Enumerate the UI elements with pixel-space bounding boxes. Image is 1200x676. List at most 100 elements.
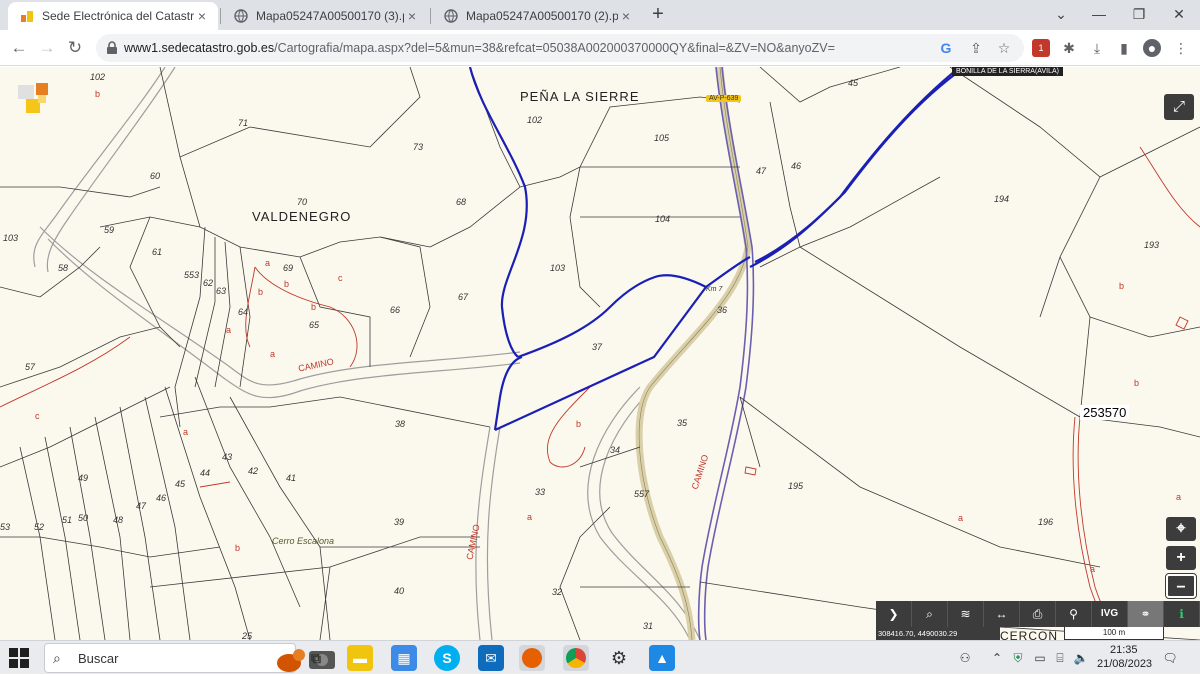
chrome-icon[interactable] (563, 645, 589, 671)
search-icon[interactable]: ⌕ (912, 601, 948, 627)
close-tab-icon[interactable]: × (618, 8, 634, 24)
parcel-number[interactable]: 70 (297, 197, 307, 207)
clock-date[interactable]: 21/08/2023 (1097, 658, 1152, 670)
menu-kebab-icon[interactable]: ⋮ (1172, 39, 1190, 57)
parcel-number[interactable]: 38 (395, 419, 405, 429)
zoom-out-button[interactable]: − (1165, 573, 1197, 599)
windows-start-icon[interactable] (8, 647, 30, 669)
parcel-number[interactable]: 104 (655, 214, 670, 224)
firefox-icon[interactable] (519, 645, 545, 671)
bookmark-star-icon[interactable]: ☆ (996, 40, 1012, 56)
parcel-number[interactable]: 105 (654, 133, 669, 143)
parcel-number[interactable]: 67 (458, 292, 468, 302)
network-icon[interactable]: ⌸ (1052, 650, 1068, 666)
reload-icon[interactable]: ↻ (63, 36, 87, 60)
parcel-number[interactable]: 69 (283, 263, 293, 273)
parcel-number[interactable]: 44 (200, 468, 210, 478)
settings-icon[interactable]: ⚙ (606, 645, 632, 671)
parcel-number[interactable]: 34 (610, 445, 620, 455)
parcel-number[interactable]: 65 (309, 320, 319, 330)
tab-pdf-3[interactable]: Mapa05247A00500170 (3).pdf × (222, 2, 428, 30)
parcel-number[interactable]: 41 (286, 473, 296, 483)
parcel-number[interactable]: 194 (994, 194, 1009, 204)
parcel-number[interactable]: 61 (152, 247, 162, 257)
file-explorer-icon[interactable]: ▬ (347, 645, 373, 671)
parcel-number[interactable]: 195 (788, 481, 803, 491)
minimize-button[interactable]: — (1084, 2, 1114, 26)
overlay-icon[interactable]: ⚭ (1128, 601, 1164, 627)
download-icon[interactable]: ⤓ (1088, 39, 1106, 57)
new-tab-button[interactable]: + (648, 4, 668, 25)
task-view-icon[interactable]: ⧉ (303, 645, 329, 671)
parcel-number[interactable]: 31 (643, 621, 653, 631)
side-panel-icon[interactable]: ▮ (1115, 39, 1133, 57)
parcel-number[interactable]: 47 (136, 501, 146, 511)
address-bar[interactable]: www1.sedecatastro.gob.es/Cartografia/map… (96, 34, 1024, 62)
location-icon[interactable]: ⚲ (1056, 601, 1092, 627)
parcel-number[interactable]: 47 (756, 166, 766, 176)
parcel-number[interactable]: 62 (203, 278, 213, 288)
parcel-number[interactable]: 59 (104, 225, 114, 235)
tab-pdf-2[interactable]: Mapa05247A00500170 (2).pdf × (432, 2, 642, 30)
fullscreen-icon[interactable]: ⤢ (1164, 94, 1194, 120)
extension-icon[interactable]: 1 (1032, 39, 1050, 57)
parcel-number[interactable]: 49 (78, 473, 88, 483)
print-icon[interactable]: ⎙ (1020, 601, 1056, 627)
parcel-number[interactable]: 37 (592, 342, 602, 352)
back-icon[interactable]: ← (7, 36, 31, 60)
parcel-number[interactable]: 45 (848, 78, 858, 88)
store-icon[interactable]: ▦ (391, 645, 417, 671)
google-lens-icon[interactable]: G (938, 40, 954, 56)
measure-icon[interactable]: ↔ (984, 601, 1020, 627)
locate-icon[interactable]: ⌖ (1166, 517, 1196, 541)
parcel-number[interactable]: 50 (78, 513, 88, 523)
cadastral-map[interactable]: BONILLA DE LA SIERRA(AVILA) AV-P-639 PEÑ… (0, 67, 1200, 640)
clock-time[interactable]: 21:35 (1110, 644, 1138, 656)
parcel-number[interactable]: 42 (248, 466, 258, 476)
skype-icon[interactable]: S (434, 645, 460, 671)
taskbar-search-input[interactable]: ⌕ Buscar (44, 643, 335, 673)
layers-icon[interactable]: ≋ (948, 601, 984, 627)
share-icon[interactable]: ⇪ (968, 40, 984, 56)
volume-icon[interactable]: 🔈 (1073, 650, 1089, 666)
parcel-number[interactable]: 46 (156, 493, 166, 503)
parcel-number[interactable]: 73 (413, 142, 423, 152)
people-icon[interactable]: ⚇ (957, 650, 973, 666)
parcel-number[interactable]: 60 (150, 171, 160, 181)
parcel-number[interactable]: 45 (175, 479, 185, 489)
parcel-number[interactable]: 103 (3, 233, 18, 243)
info-icon[interactable]: ℹ (1164, 601, 1200, 627)
parcel-number[interactable]: 193 (1144, 240, 1159, 250)
parcel-number[interactable]: 64 (238, 307, 248, 317)
map-canvas[interactable] (0, 67, 1200, 640)
parcel-number[interactable]: 71 (238, 118, 248, 128)
parcel-number[interactable]: 43 (222, 452, 232, 462)
photos-icon[interactable]: ▲ (649, 645, 675, 671)
parcel-number[interactable]: 48 (113, 515, 123, 525)
display-icon[interactable]: ▭ (1032, 650, 1048, 666)
parcel-number[interactable]: 553 (184, 270, 199, 280)
parcel-number[interactable]: 35 (677, 418, 687, 428)
parcel-number[interactable]: 57 (25, 362, 35, 372)
profile-avatar-icon[interactable]: ● (1143, 39, 1161, 57)
parcel-number[interactable]: 39 (394, 517, 404, 527)
parcel-number[interactable]: 33 (535, 487, 545, 497)
parcel-number[interactable]: 40 (394, 586, 404, 596)
parcel-number[interactable]: 103 (550, 263, 565, 273)
forward-icon[interactable]: → (35, 36, 59, 60)
tab-search-icon[interactable]: ⌄ (1046, 2, 1076, 26)
puzzle-icon[interactable]: ✱ (1060, 39, 1078, 57)
parcel-number[interactable]: 51 (62, 515, 72, 525)
parcel-number[interactable]: 25 (242, 631, 252, 640)
parcel-number[interactable]: 68 (456, 197, 466, 207)
notification-icon[interactable]: 🗨 (1162, 650, 1178, 666)
next-icon[interactable]: ❯ (876, 601, 912, 627)
parcel-number[interactable]: 52 (34, 522, 44, 532)
parcel-number[interactable]: 53 (0, 522, 10, 532)
tab-catastro[interactable]: Sede Electrónica del Catastro - F × (8, 2, 218, 30)
close-tab-icon[interactable]: × (404, 8, 420, 24)
chevron-up-icon[interactable]: ⌃ (989, 650, 1005, 666)
mail-icon[interactable]: ✉ (478, 645, 504, 671)
parcel-number[interactable]: 102 (527, 115, 542, 125)
close-tab-icon[interactable]: × (194, 8, 210, 24)
